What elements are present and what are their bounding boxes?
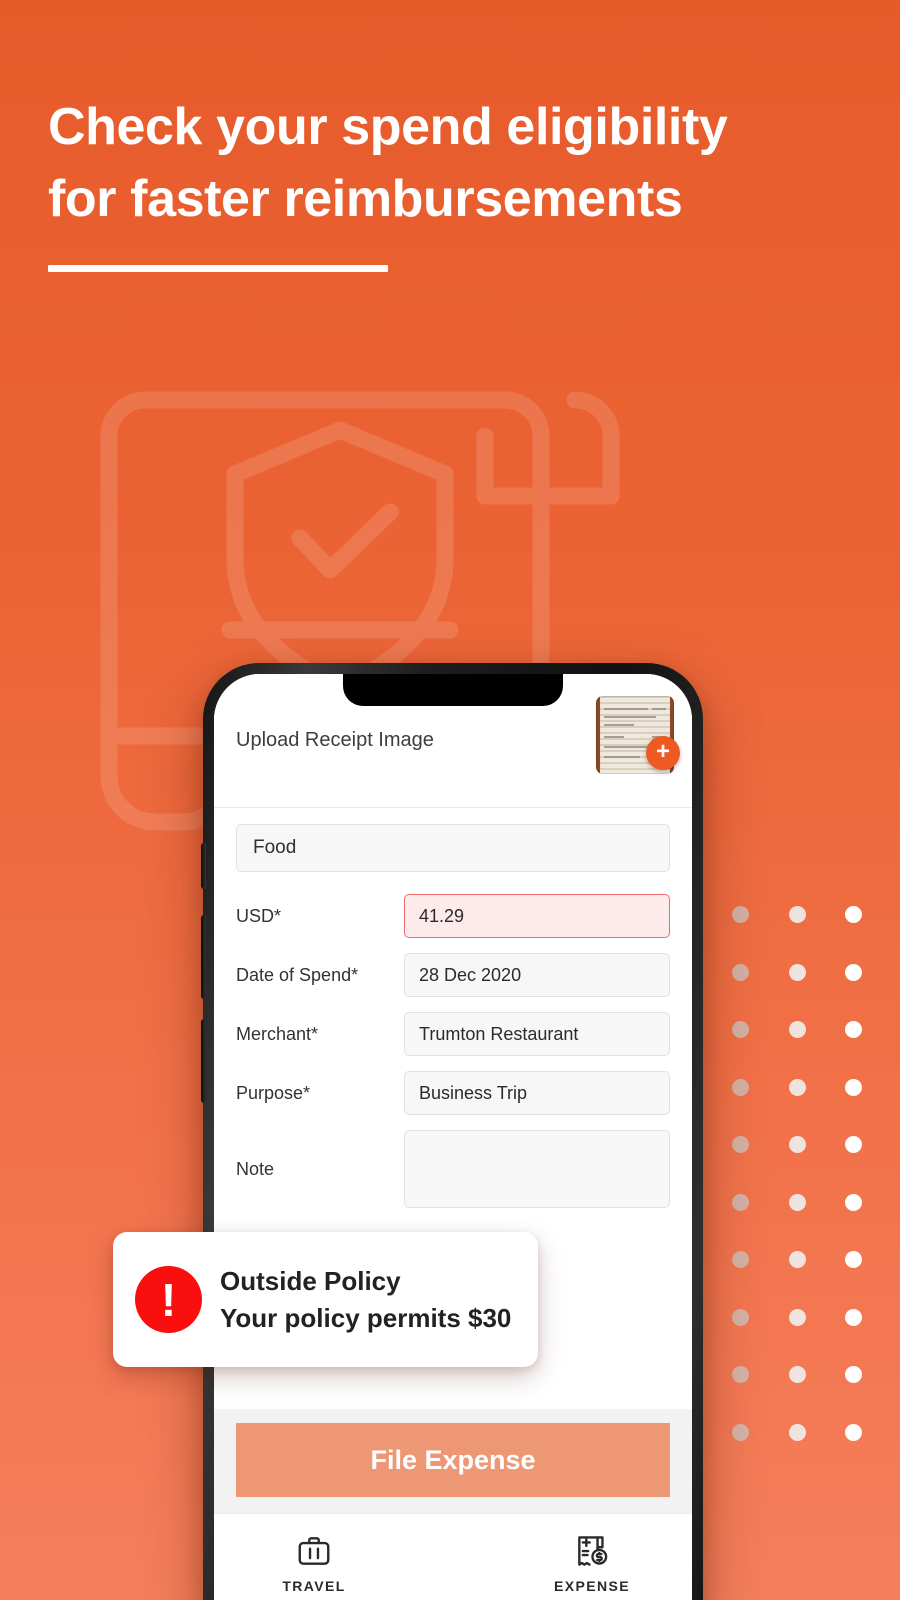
dot-grid-decoration xyxy=(700,890,900,1480)
policy-toast-title: Outside Policy xyxy=(220,1265,401,1296)
date-of-spend-label: Date of Spend* xyxy=(236,964,359,985)
decoration-dot xyxy=(732,1193,749,1211)
category-field[interactable]: Food xyxy=(236,824,670,872)
receipt-dollar-icon xyxy=(578,1536,608,1566)
merchant-input[interactable]: Trumton Restaurant xyxy=(404,1012,670,1056)
headline-line-1: Check your spend eligibility xyxy=(48,98,728,156)
headline-line-2: for faster reimbursements xyxy=(48,169,683,228)
decoration-dot xyxy=(845,1021,862,1038)
decoration-dot xyxy=(845,1308,862,1326)
decoration-dot xyxy=(789,1251,806,1268)
tab-travel-label: TRAVEL xyxy=(282,1578,346,1594)
decoration-dot xyxy=(732,1423,749,1441)
decoration-dot xyxy=(789,1308,806,1326)
tab-expense-label: EXPENSE xyxy=(554,1578,630,1594)
expense-form-screen: Upload Receipt Image + Food USD* 41.29 D… xyxy=(214,674,692,1600)
promo-banner: Check your spend eligibility for faster … xyxy=(0,0,900,1600)
add-receipt-icon[interactable]: + xyxy=(646,736,680,770)
form-row-usd: USD* 41.29 xyxy=(236,894,670,938)
decoration-dot xyxy=(845,963,862,981)
form-row-merchant: Merchant* Trumton Restaurant xyxy=(236,1012,670,1056)
phone-volume-down-button xyxy=(201,1019,206,1103)
page-title: Check your spend eligibility for faster … xyxy=(48,92,848,236)
decoration-dot xyxy=(789,1366,806,1383)
policy-toast-text: Outside Policy Your policy permits $30 xyxy=(220,1266,511,1334)
phone-volume-up-button xyxy=(201,915,206,999)
expense-form: Food USD* 41.29 Date of Spend* 28 Dec 20… xyxy=(214,808,692,1231)
decoration-dot xyxy=(732,1078,749,1096)
decoration-dot xyxy=(732,1136,749,1153)
decoration-dot xyxy=(732,1308,749,1326)
exclamation-circle-icon: ! xyxy=(135,1266,202,1333)
phone-screen: Upload Receipt Image + Food USD* 41.29 D… xyxy=(214,674,692,1600)
decoration-dot xyxy=(789,1078,806,1096)
decoration-dot xyxy=(789,1423,806,1441)
headline-underline xyxy=(48,265,388,272)
decoration-dot xyxy=(845,1423,862,1441)
upload-receipt-label: Upload Receipt Image xyxy=(236,729,434,751)
note-label: Note xyxy=(236,1158,275,1179)
tab-travel[interactable]: TRAVEL xyxy=(254,1532,374,1594)
phone-mute-button xyxy=(201,843,206,889)
decoration-dot xyxy=(732,1366,749,1383)
suitcase-icon xyxy=(298,1537,330,1565)
purpose-label: Purpose* xyxy=(236,1082,311,1103)
note-input[interactable] xyxy=(404,1130,670,1208)
decoration-dot xyxy=(845,1078,862,1096)
decoration-dot xyxy=(845,906,862,923)
policy-toast-subtitle: Your policy permits $30 xyxy=(220,1302,512,1333)
decoration-dot xyxy=(789,1021,806,1038)
decoration-dot xyxy=(845,1251,862,1268)
decoration-dot xyxy=(845,1136,862,1153)
merchant-label: Merchant* xyxy=(236,1023,319,1044)
decoration-dot xyxy=(845,1193,862,1211)
form-row-date-of-spend: Date of Spend* 28 Dec 2020 xyxy=(236,953,670,997)
decoration-dot xyxy=(789,1136,806,1153)
decoration-dot xyxy=(845,1366,862,1383)
outside-policy-toast: ! Outside Policy Your policy permits $30 xyxy=(113,1232,538,1367)
decoration-dot xyxy=(789,963,806,981)
phone-notch xyxy=(343,674,563,706)
form-row-purpose: Purpose* Business Trip xyxy=(236,1071,670,1115)
tab-expense[interactable]: EXPENSE xyxy=(532,1532,652,1594)
file-expense-button[interactable]: File Expense xyxy=(236,1423,670,1497)
decoration-dot xyxy=(789,1193,806,1211)
cta-container: File Expense xyxy=(214,1409,692,1513)
decoration-dot xyxy=(732,906,749,923)
decoration-dot xyxy=(732,963,749,981)
phone-mockup: Upload Receipt Image + Food USD* 41.29 D… xyxy=(201,663,703,1600)
form-row-note: Note xyxy=(236,1130,670,1208)
decoration-dot xyxy=(789,906,806,923)
decoration-dot xyxy=(732,1251,749,1268)
usd-input[interactable]: 41.29 xyxy=(404,894,670,938)
usd-label: USD* xyxy=(236,905,282,926)
purpose-input[interactable]: Business Trip xyxy=(404,1071,670,1115)
bottom-tab-bar: TRAVEL EXPENSE xyxy=(214,1513,692,1600)
date-of-spend-input[interactable]: 28 Dec 2020 xyxy=(404,953,670,997)
decoration-dot xyxy=(732,1021,749,1038)
